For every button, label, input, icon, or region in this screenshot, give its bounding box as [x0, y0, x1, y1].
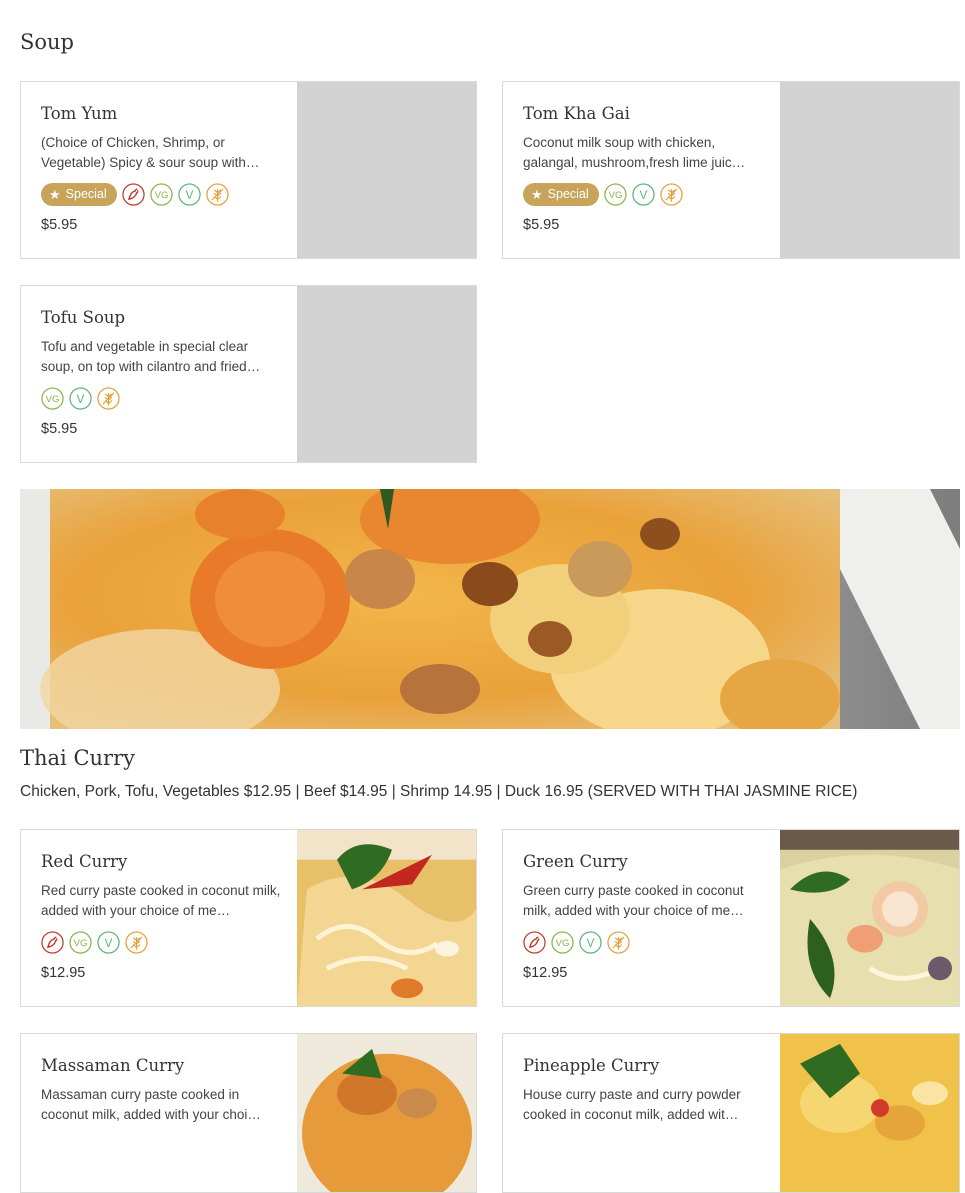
- item-price: $5.95: [41, 217, 78, 233]
- item-price: $5.95: [41, 421, 78, 437]
- vegan-icon: VG: [551, 930, 574, 954]
- gluten-free-icon: [607, 930, 630, 954]
- green-curry-photo: [780, 830, 959, 1006]
- menu-item-card-green-curry[interactable]: Green Curry Green curry paste cooked in …: [502, 829, 960, 1007]
- vegan-badge-text: VG: [608, 190, 622, 201]
- star-icon: ★: [531, 186, 543, 202]
- vegetarian-icon: V: [631, 182, 655, 206]
- item-name: Massaman Curry: [41, 1056, 185, 1075]
- vegan-badge-text: VG: [154, 190, 168, 201]
- item-description: Coconut milk soup with chicken, galangal…: [523, 135, 746, 170]
- special-label: Special: [65, 187, 107, 201]
- gluten-free-icon: [125, 930, 148, 954]
- item-name: Green Curry: [523, 852, 628, 871]
- vegetarian-badge-text: V: [185, 189, 193, 201]
- item-description: Massaman curry paste cooked in coconut m…: [41, 1087, 261, 1122]
- item-name: Tom Kha Gai: [523, 104, 630, 123]
- curry-hero-image: [20, 489, 960, 729]
- vegan-icon: VG: [41, 386, 64, 410]
- item-price: $12.95: [523, 965, 568, 981]
- special-label: Special: [547, 187, 589, 201]
- vegetarian-icon: V: [69, 386, 92, 410]
- vegetarian-badge-text: V: [77, 393, 85, 405]
- spicy-icon: [121, 182, 145, 206]
- item-badges: ★ Special VG V: [41, 182, 281, 206]
- vegan-badge-text: VG: [46, 394, 60, 405]
- menu-item-card-tom-yum[interactable]: Tom Yum (Choice of Chicken, Shrimp, or V…: [20, 81, 477, 259]
- spicy-icon: [41, 930, 64, 954]
- item-badges: ★ Special VG V: [523, 182, 763, 206]
- massaman-curry-photo: [297, 1034, 476, 1192]
- pineapple-curry-photo: [780, 1034, 959, 1192]
- vegetarian-badge-text: V: [105, 937, 113, 949]
- star-icon: ★: [49, 186, 61, 202]
- special-badge: ★ Special: [523, 182, 599, 206]
- gluten-free-icon: [97, 386, 120, 410]
- red-curry-photo: [297, 830, 476, 1006]
- vegetarian-icon: V: [579, 930, 602, 954]
- vegetarian-icon: V: [97, 930, 120, 954]
- vegan-icon: VG: [603, 182, 627, 206]
- menu-item-card-tofu-soup[interactable]: Tofu Soup Tofu and vegetable in special …: [20, 285, 477, 463]
- item-image-placeholder: [297, 82, 476, 258]
- section-title-soup: Soup: [20, 30, 74, 54]
- vegetarian-icon: V: [177, 182, 201, 206]
- special-badge: ★ Special: [41, 182, 117, 206]
- item-name: Red Curry: [41, 852, 128, 871]
- item-description: House curry paste and curry powder cooke…: [523, 1087, 741, 1122]
- spicy-icon: [523, 930, 546, 954]
- item-name: Tom Yum: [41, 104, 118, 123]
- item-badges: VG V: [41, 930, 281, 954]
- menu-item-card-red-curry[interactable]: Red Curry Red curry paste cooked in coco…: [20, 829, 477, 1007]
- item-badges: VG V: [41, 386, 281, 410]
- item-name: Tofu Soup: [41, 308, 126, 327]
- item-image-placeholder: [780, 82, 959, 258]
- vegan-badge-text: VG: [74, 938, 88, 949]
- section-title-thai-curry: Thai Curry: [20, 746, 135, 770]
- item-name: Pineapple Curry: [523, 1056, 660, 1075]
- menu-item-card-tom-kha-gai[interactable]: Tom Kha Gai Coconut milk soup with chick…: [502, 81, 960, 259]
- item-description: (Choice of Chicken, Shrimp, or Vegetable…: [41, 135, 260, 170]
- item-badges: VG V: [523, 930, 763, 954]
- gluten-free-icon: [205, 182, 229, 206]
- item-description: Green curry paste cooked in coconut milk…: [523, 883, 744, 918]
- vegan-badge-text: VG: [556, 938, 570, 949]
- item-price: $12.95: [41, 965, 86, 981]
- vegetarian-badge-text: V: [587, 937, 595, 949]
- menu-item-card-massaman-curry[interactable]: Massaman Curry Massaman curry paste cook…: [20, 1033, 477, 1193]
- menu-item-card-pineapple-curry[interactable]: Pineapple Curry House curry paste and cu…: [502, 1033, 960, 1193]
- section-subtitle: Chicken, Pork, Tofu, Vegetables $12.95 |…: [20, 783, 858, 800]
- item-image-placeholder: [297, 286, 476, 462]
- item-description: Tofu and vegetable in special clear soup…: [41, 339, 261, 374]
- vegan-icon: VG: [149, 182, 173, 206]
- vegetarian-badge-text: V: [639, 189, 647, 201]
- vegan-icon: VG: [69, 930, 92, 954]
- gluten-free-icon: [659, 182, 683, 206]
- item-description: Red curry paste cooked in coconut milk, …: [41, 883, 281, 918]
- item-price: $5.95: [523, 217, 560, 233]
- curry-dish-photo: [20, 489, 960, 729]
